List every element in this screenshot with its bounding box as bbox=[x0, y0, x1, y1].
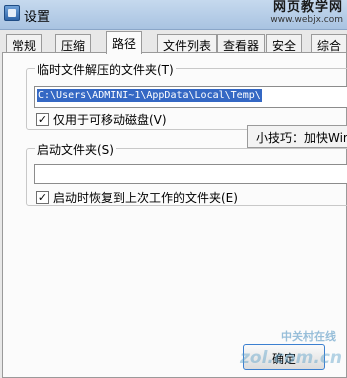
ok-button[interactable]: 确定 bbox=[243, 344, 325, 370]
watermark-site-url: www.webjx.com bbox=[270, 15, 343, 25]
tab-misc[interactable]: 综合 bbox=[311, 34, 347, 53]
startup-folder-input[interactable] bbox=[34, 164, 347, 184]
temp-folder-label: 临时文件解压的文件夹(T) bbox=[35, 61, 176, 78]
tab-general[interactable]: 常规 bbox=[6, 34, 43, 53]
tab-security[interactable]: 安全 bbox=[266, 34, 303, 53]
restore-last-folder-checkbox[interactable]: ✓ bbox=[36, 191, 49, 204]
watermark-top: 网页教学网 www.webjx.com bbox=[270, 1, 343, 27]
temp-folder-input[interactable]: C:\Users\ADMINI~1\AppData\Local\Temp\ bbox=[34, 86, 347, 108]
startup-folder-label: 启动文件夹(S) bbox=[35, 141, 116, 158]
watermark-site-name: 网页教学网 bbox=[272, 0, 343, 15]
restore-last-folder-label: 启动时恢复到上次工作的文件夹(E) bbox=[53, 191, 238, 205]
removable-only-label: 仅用于可移动磁盘(V) bbox=[53, 113, 167, 127]
app-icon bbox=[4, 5, 20, 21]
removable-only-option[interactable]: ✓ 仅用于可移动磁盘(V) bbox=[36, 111, 167, 128]
restore-last-folder-option[interactable]: ✓ 启动时恢复到上次工作的文件夹(E) bbox=[36, 189, 238, 206]
tip-tooltip: 小技巧：加快Win bbox=[247, 125, 347, 148]
title-bar: 设置 网页教学网 www.webjx.com bbox=[0, 0, 347, 30]
tab-bar: 常规 压缩 路径 文件列表 查看器 安全 综合 bbox=[2, 31, 347, 54]
tab-compression[interactable]: 压缩 bbox=[55, 34, 92, 53]
tab-file-list[interactable]: 文件列表 bbox=[157, 34, 218, 53]
tab-viewer[interactable]: 查看器 bbox=[217, 34, 266, 53]
window-title: 设置 bbox=[24, 10, 51, 25]
removable-only-checkbox[interactable]: ✓ bbox=[36, 113, 49, 126]
temp-folder-value: C:\Users\ADMINI~1\AppData\Local\Temp\ bbox=[37, 89, 262, 102]
tab-paths[interactable]: 路径 bbox=[106, 31, 143, 54]
paths-panel: 临时文件解压的文件夹(T) C:\Users\ADMINI~1\AppData\… bbox=[2, 52, 347, 378]
